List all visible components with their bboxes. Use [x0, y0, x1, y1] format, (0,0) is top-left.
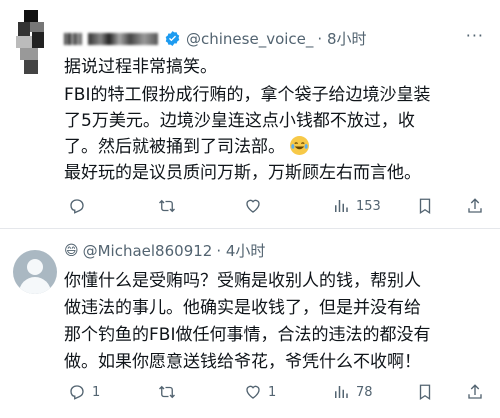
blurred-name	[88, 32, 158, 45]
verified-badge-icon	[165, 31, 180, 46]
views-chart-icon	[335, 386, 348, 398]
tweet-text-line: 了5万美元。边境沙皇连这点小钱都不放过，收	[64, 111, 415, 131]
retweet-icon	[159, 385, 175, 399]
avatar-head	[27, 259, 43, 275]
tweet-text-line: FBI的特工假扮成行贿的，拿个袋子给边境沙皇装	[64, 85, 431, 105]
reply-button[interactable]: 1	[68, 383, 100, 401]
laughing-crying-emoji-icon	[290, 136, 310, 155]
views-button[interactable]: 78	[332, 383, 373, 401]
tweet-text-line-with-emoji: 了。然后就被捅到了司法部。	[64, 132, 310, 157]
like-button[interactable]	[244, 197, 268, 215]
tweet-2[interactable]: 😄 @Michael860912 · 4小时 你懂什么是受贿吗？受贿是收别人的钱…	[0, 228, 500, 418]
bookmark-button[interactable]	[416, 383, 440, 401]
user-handle[interactable]: @chinese_voice_	[186, 30, 313, 48]
tweet-text-line: 据说过程非常搞笑。	[64, 57, 217, 77]
heart-icon	[246, 385, 260, 399]
tweet-text-line: 做。如果你愿意送钱给爷花，爷凭什么不收啊！	[64, 352, 421, 372]
reply-icon	[70, 385, 84, 400]
blurred-name	[64, 32, 82, 45]
bookmark-icon	[419, 384, 431, 401]
share-button[interactable]	[466, 383, 490, 401]
views-button[interactable]: 153	[332, 197, 381, 215]
retweet-button[interactable]	[158, 383, 182, 401]
tweet-header: 😄 @Michael860912 · 4小时	[64, 240, 265, 261]
default-avatar[interactable]	[13, 250, 57, 294]
user-handle[interactable]: @Michael860912	[83, 242, 213, 260]
retweet-icon	[159, 199, 175, 213]
tweet-text-line: 那个钓鱼的FBI做任何事情，合法的违法的都没有	[64, 325, 431, 345]
reply-button[interactable]	[68, 197, 92, 215]
heart-icon	[246, 199, 260, 213]
tweet-text-line: 了。然后就被捅到了司法部。	[64, 137, 285, 157]
timestamp[interactable]: · 8小时	[317, 28, 366, 49]
retweet-button[interactable]	[158, 197, 182, 215]
tweet-header: @chinese_voice_ · 8小时	[64, 28, 367, 49]
like-button[interactable]: 1	[244, 383, 276, 401]
tweet-text-line: 最好玩的是议员质问万斯，万斯顾左右而言他。	[64, 163, 421, 183]
tweet-actions: 153	[62, 197, 482, 219]
share-button[interactable]	[466, 197, 490, 215]
tweet-1[interactable]: @chinese_voice_ · 8小时 ··· 据说过程非常搞笑。 FBI的…	[0, 0, 500, 228]
tweet-text-line: 做违法的事儿。他确实是收钱了，但是并没有给	[64, 298, 421, 318]
share-icon	[468, 384, 482, 399]
tweet-actions: 1 1 78	[62, 383, 482, 405]
bookmark-icon	[419, 198, 431, 215]
views-chart-icon	[335, 200, 348, 212]
avatar-body	[19, 277, 51, 294]
smiling-emoji-icon: 😄	[64, 242, 79, 259]
reply-icon	[70, 199, 84, 214]
pixelated-avatar[interactable]	[14, 10, 54, 74]
timestamp[interactable]: · 4小时	[216, 240, 265, 261]
bookmark-button[interactable]	[416, 197, 440, 215]
tweet-text-line: 你懂什么是受贿吗？受贿是收别人的钱，帮别人	[64, 271, 421, 291]
more-options-icon[interactable]: ···	[466, 26, 484, 45]
share-icon	[468, 198, 482, 213]
